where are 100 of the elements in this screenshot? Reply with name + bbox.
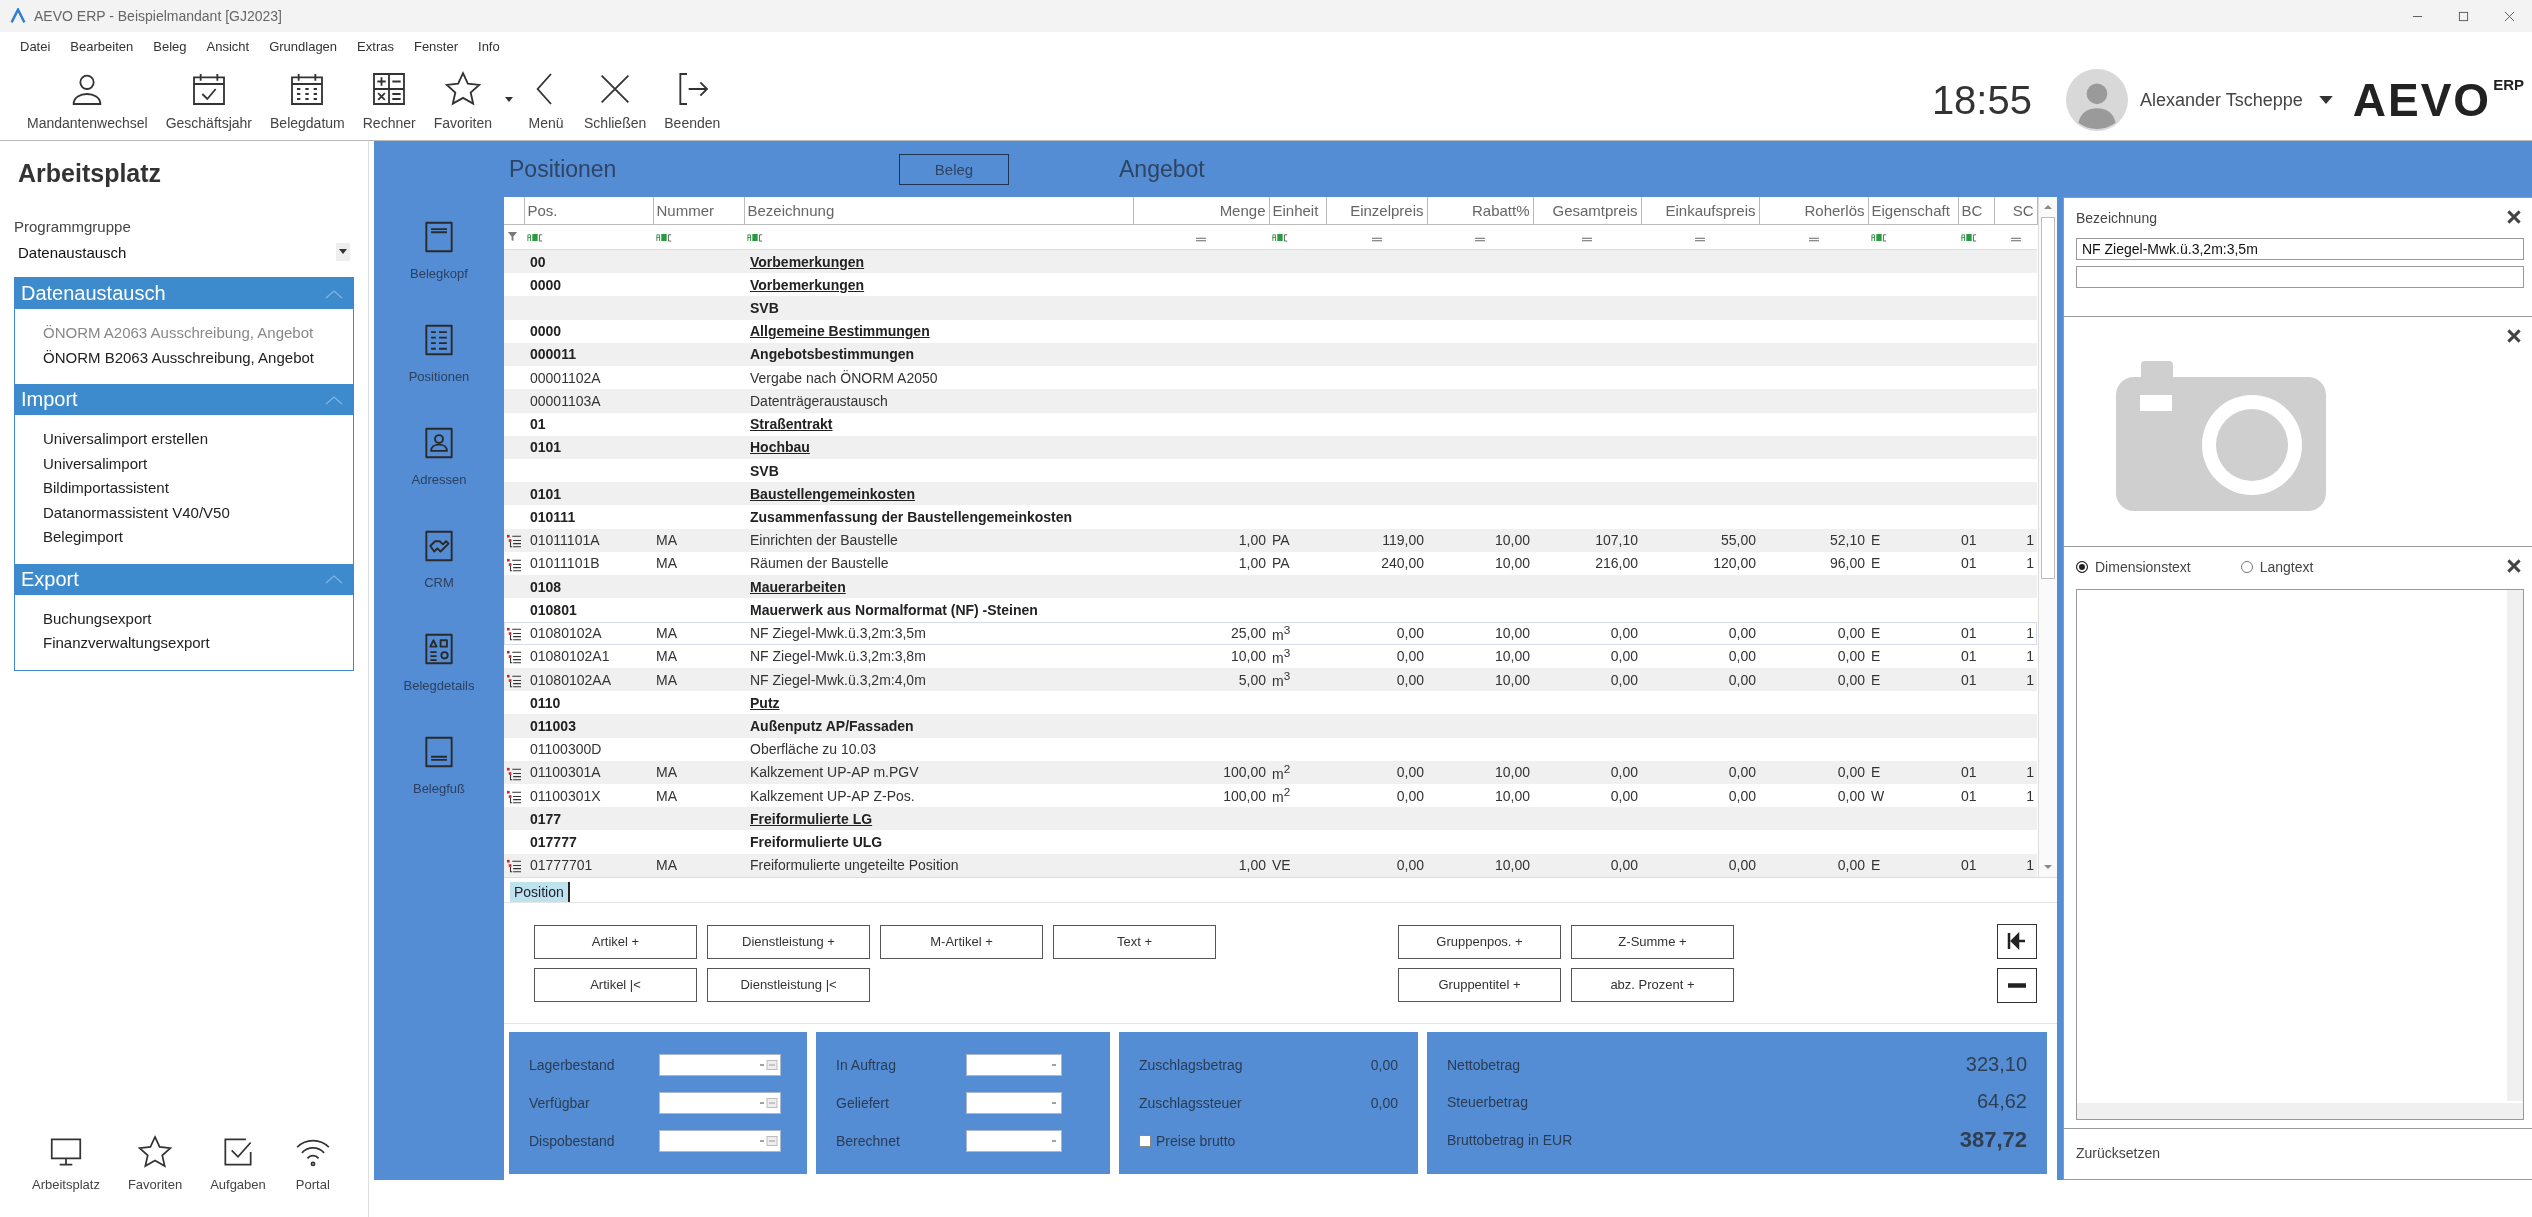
- add-button[interactable]: Z-Summe +: [1571, 924, 1734, 959]
- table-row[interactable]: 01100301X MA Kalkzement UP-AP Z-Pos. 100,00 m$^{2}$ 0,00 10,00 0,00 0,00 0,00 W 01 1: [504, 784, 2037, 808]
- table-row[interactable]: 0101 Baustellengemeinkosten: [504, 482, 2037, 506]
- table-row[interactable]: 0177 Freiformulierte LG: [504, 807, 2037, 831]
- equals-icon[interactable]: [1370, 237, 1383, 242]
- nav-button[interactable]: Aufgaben: [204, 1132, 272, 1193]
- column-header[interactable]: Roherlös: [1804, 202, 1865, 219]
- toolbar-button[interactable]: Belegdatum: [261, 69, 354, 131]
- table-row[interactable]: 0000 Allgemeine Bestimmungen: [504, 319, 2037, 343]
- table-row[interactable]: SVB: [504, 458, 2037, 483]
- input-field[interactable]: [2076, 266, 2524, 288]
- column-header[interactable]: Gesamtpreis: [1552, 202, 1638, 219]
- sidebar-item[interactable]: Finanzverwaltungsexport: [43, 631, 353, 656]
- table-row[interactable]: 00001102A Vergabe nach ÖNORM A2050: [504, 366, 2037, 390]
- add-button[interactable]: Gruppenpos. +: [1398, 924, 1561, 959]
- sidebar-item[interactable]: Belegimport: [43, 525, 353, 550]
- table-row[interactable]: 01080102A1 MA NF Ziegel-Mwk.ü.3,2m:3,8m 10,00 m$^{3}$ 0,00 10,00 0,00 0,00 0,00 E 01 1: [504, 644, 2037, 668]
- avatar-icon[interactable]: [2066, 69, 2128, 131]
- table-row[interactable]: 01 Straßentrakt: [504, 412, 2037, 436]
- scroll-up-icon[interactable]: [2043, 203, 2053, 211]
- filter-icon[interactable]: [507, 231, 518, 242]
- equals-icon[interactable]: [1694, 237, 1706, 242]
- sidebar-item[interactable]: Buchungsexport: [43, 606, 353, 631]
- scroll-down-icon[interactable]: [2043, 863, 2053, 871]
- scrollbar-thumb[interactable]: [2041, 217, 2055, 579]
- sidebar-item[interactable]: Universalimport erstellen: [43, 427, 353, 452]
- toolbar-button[interactable]: Schließen: [575, 69, 656, 131]
- menu-item[interactable]: Datei: [20, 38, 51, 54]
- toolbar-button[interactable]: Favoriten: [424, 69, 501, 131]
- radio-button[interactable]: Langtext: [2240, 559, 2314, 575]
- nav-button[interactable]: Arbeitsplatz: [26, 1132, 106, 1193]
- text-filter-icon[interactable]: [1871, 233, 1887, 242]
- column-header[interactable]: BC: [1961, 202, 1983, 219]
- add-button[interactable]: Dienstleistung |<: [707, 967, 870, 1002]
- nav-button[interactable]: Favoriten: [121, 1132, 189, 1193]
- column-header[interactable]: Pos.: [527, 202, 558, 219]
- radio-button[interactable]: Dimensionstext: [2076, 559, 2191, 575]
- input-field[interactable]: [966, 1092, 1062, 1114]
- add-button[interactable]: Artikel |<: [534, 967, 697, 1002]
- sidebar-item[interactable]: Datanormassistent V40/V50: [43, 500, 353, 525]
- user-name[interactable]: Alexander Tscheppe: [2140, 89, 2303, 111]
- table-row[interactable]: 0110 Putz: [504, 691, 2037, 715]
- menu-item[interactable]: Fenster: [413, 38, 458, 54]
- dash-ellipsis-icon[interactable]: [758, 1060, 778, 1070]
- equals-icon[interactable]: [1195, 237, 1207, 242]
- caret-icon[interactable]: [2318, 95, 2333, 105]
- add-button[interactable]: Text +: [1053, 924, 1216, 959]
- equals-icon[interactable]: [1581, 237, 1593, 242]
- equals-icon[interactable]: [1474, 237, 1486, 242]
- table-row[interactable]: 010801 Mauerwerk aus Normalformat (NF) -Steinen: [504, 598, 2037, 622]
- table-row[interactable]: 011003 Außenputz AP/Fassaden: [504, 714, 2037, 738]
- menu-item[interactable]: Bearbeiten: [70, 38, 134, 54]
- menu-item[interactable]: Beleg: [153, 38, 187, 54]
- toolbar-button[interactable]: Beenden: [655, 69, 730, 131]
- section-header[interactable]: Datenaustausch: [15, 278, 353, 309]
- column-header[interactable]: Rabatt%: [1471, 202, 1530, 219]
- section-header[interactable]: Export: [15, 563, 353, 595]
- column-header[interactable]: Einheit: [1272, 202, 1319, 219]
- add-button[interactable]: M-Artikel +: [880, 924, 1043, 959]
- menu-item[interactable]: Grundlagen: [269, 38, 338, 54]
- text-filter-icon[interactable]: [1961, 233, 1977, 242]
- input-field[interactable]: [659, 1092, 781, 1114]
- scrollbar[interactable]: [2077, 1103, 2523, 1119]
- section-header[interactable]: Import: [15, 384, 353, 415]
- table-row[interactable]: 017777 Freiformulierte ULG: [504, 830, 2037, 854]
- table-row[interactable]: 00001103A Datenträgeraustausch: [504, 389, 2037, 413]
- nav-button[interactable]: Portal: [287, 1132, 338, 1193]
- equals-icon[interactable]: [1807, 237, 1820, 242]
- table-row[interactable]: 01011101A MA Einrichten der Baustelle 1,00 PA 119,00 10,00 107,10 55,00 52,10 E 01 1: [504, 528, 2037, 552]
- column-header[interactable]: Menge: [1219, 202, 1266, 219]
- dropdown-caret-icon[interactable]: [505, 97, 513, 103]
- dash-ellipsis-icon[interactable]: [758, 1098, 778, 1108]
- scrollbar[interactable]: [2507, 590, 2523, 1101]
- remove-button[interactable]: [1997, 967, 2037, 1003]
- scrollbar[interactable]: [2038, 197, 2057, 877]
- menu-item[interactable]: Info: [478, 38, 500, 54]
- table-row[interactable]: 01777701 MA Freiformulierte ungeteilte Position 1,00 VE 0,00 10,00 0,00 0,00 0,00 E 01 1: [504, 853, 2037, 877]
- tab[interactable]: Position: [510, 882, 570, 902]
- table-row[interactable]: 01100301A MA Kalkzement UP-AP m.PGV 100,00 m$^{2}$ 0,00 10,00 0,00 0,00 0,00 E 01 1: [504, 760, 2037, 785]
- toolbar-button[interactable]: Rechner: [353, 69, 425, 131]
- equals-icon[interactable]: [2009, 237, 2022, 242]
- column-header[interactable]: Einkaufspreis: [1665, 202, 1756, 219]
- text-filter-icon[interactable]: [747, 233, 763, 242]
- column-header[interactable]: Nummer: [656, 202, 714, 219]
- input-field[interactable]: [659, 1130, 781, 1152]
- table-row[interactable]: 01080102A MA NF Ziegel-Mwk.ü.3,2m:3,5m 25,00 m$^{3}$ 0,00 10,00 0,00 0,00 0,00 E 01 1: [504, 621, 2037, 645]
- table-row[interactable]: 01011101B MA Räumen der Baustelle 1,00 PA 240,00 10,00 216,00 120,00 96,00 E 01 1: [504, 551, 2037, 576]
- table-row[interactable]: 0000 Vorbemerkungen: [504, 273, 2037, 297]
- table-row[interactable]: 0101 Hochbau: [504, 435, 2037, 459]
- text-filter-icon[interactable]: [1272, 233, 1288, 242]
- add-button[interactable]: abz. Prozent +: [1571, 967, 1734, 1002]
- table-row[interactable]: 010111 Zusammenfassung der Baustellengemeinkosten: [504, 505, 2037, 529]
- column-header[interactable]: Eigenschaft: [1871, 202, 1950, 219]
- toolbar-button[interactable]: Geschäftsjahr: [156, 69, 261, 131]
- menu-item[interactable]: Ansicht: [206, 38, 250, 54]
- toolbar-button[interactable]: Menü: [517, 69, 575, 131]
- sidebar-item[interactable]: Universalimport: [43, 451, 353, 476]
- move-to-start-button[interactable]: [1997, 923, 2037, 959]
- input-field[interactable]: [966, 1054, 1062, 1076]
- radio-dot[interactable]: [2076, 561, 2088, 573]
